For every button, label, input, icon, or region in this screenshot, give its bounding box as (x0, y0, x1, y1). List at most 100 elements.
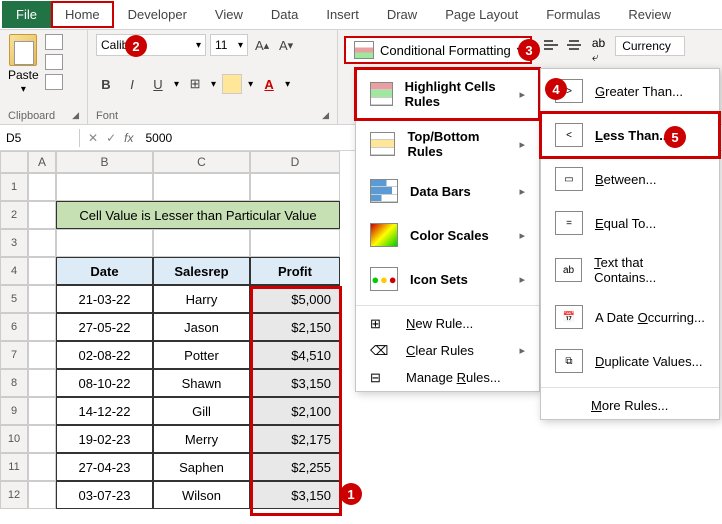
decrease-font-icon[interactable]: A▾ (276, 35, 296, 55)
profit-cell[interactable]: $3,150 (250, 481, 340, 509)
name-cell[interactable]: Potter (153, 341, 250, 369)
cell[interactable] (28, 397, 56, 425)
row-header[interactable]: 11 (0, 453, 28, 481)
row-header[interactable]: 9 (0, 397, 28, 425)
col-header-b[interactable]: B (56, 151, 153, 173)
cell[interactable] (28, 257, 56, 285)
tab-home[interactable]: Home (51, 1, 114, 28)
date-cell[interactable]: 02-08-22 (56, 341, 153, 369)
row-header[interactable]: 7 (0, 341, 28, 369)
borders-icon[interactable]: ⊞ (185, 74, 205, 94)
date-cell[interactable]: 21-03-22 (56, 285, 153, 313)
cell[interactable] (153, 229, 250, 257)
profit-cell[interactable]: $2,255 (250, 453, 340, 481)
profit-cell[interactable]: $2,175 (250, 425, 340, 453)
header-date[interactable]: Date (56, 257, 153, 285)
name-cell[interactable]: Shawn (153, 369, 250, 397)
menu-new-rule[interactable]: ⊞New Rule... (356, 310, 539, 337)
align-left-icon[interactable] (542, 36, 562, 54)
cell[interactable] (28, 341, 56, 369)
tab-developer[interactable]: Developer (114, 1, 201, 28)
header-profit[interactable]: Profit (250, 257, 340, 285)
tab-formulas[interactable]: Formulas (532, 1, 614, 28)
font-name-select[interactable]: Calibri▾ (96, 34, 206, 56)
row-header[interactable]: 1 (0, 173, 28, 201)
formula-input[interactable] (141, 129, 341, 147)
tab-file[interactable]: File (2, 1, 51, 28)
tab-pagelayout[interactable]: Page Layout (431, 1, 532, 28)
align-center-icon[interactable] (564, 36, 584, 54)
row-header[interactable]: 10 (0, 425, 28, 453)
row-header[interactable]: 3 (0, 229, 28, 257)
underline-button[interactable]: U (148, 74, 168, 94)
submenu-date-occurring[interactable]: 📅A Date Occurring... (541, 295, 719, 339)
submenu-text-contains[interactable]: abText that Contains... (541, 245, 719, 295)
cell[interactable] (28, 201, 56, 229)
fill-color-icon[interactable] (222, 74, 242, 94)
menu-top-bottom-rules[interactable]: Top/Bottom Rules▸ (356, 119, 539, 169)
name-cell[interactable]: Gill (153, 397, 250, 425)
tab-review[interactable]: Review (614, 1, 685, 28)
date-cell[interactable]: 27-04-23 (56, 453, 153, 481)
font-color-icon[interactable]: A (259, 74, 279, 94)
cell[interactable] (28, 481, 56, 509)
cell[interactable] (56, 229, 153, 257)
format-painter-icon[interactable] (45, 74, 63, 90)
submenu-equal-to[interactable]: =Equal To... (541, 201, 719, 245)
font-size-select[interactable]: 11▾ (210, 34, 248, 56)
tab-insert[interactable]: Insert (312, 1, 373, 28)
menu-clear-rules[interactable]: ⌫Clear Rules▸ (356, 337, 539, 364)
row-header[interactable]: 8 (0, 369, 28, 397)
menu-color-scales[interactable]: Color Scales▸ (356, 213, 539, 257)
submenu-less-than[interactable]: <Less Than... (541, 113, 719, 157)
menu-icon-sets[interactable]: ●●● Icon Sets▸ (356, 257, 539, 301)
col-header-a[interactable]: A (28, 151, 56, 173)
date-cell[interactable]: 27-05-22 (56, 313, 153, 341)
row-header[interactable]: 2 (0, 201, 28, 229)
submenu-between[interactable]: ▭Between... (541, 157, 719, 201)
profit-cell[interactable]: $2,150 (250, 313, 340, 341)
tab-view[interactable]: View (201, 1, 257, 28)
dialog-launcher-icon[interactable]: ◢ (322, 110, 329, 121)
increase-font-icon[interactable]: A▴ (252, 35, 272, 55)
date-cell[interactable]: 08-10-22 (56, 369, 153, 397)
menu-highlight-cells-rules[interactable]: Highlight Cells Rules▸ (356, 69, 539, 119)
name-cell[interactable]: Wilson (153, 481, 250, 509)
profit-cell[interactable]: $3,150 (250, 369, 340, 397)
cell[interactable] (153, 173, 250, 201)
row-header[interactable]: 4 (0, 257, 28, 285)
wrap-text-icon[interactable]: ab⤶ (592, 36, 605, 65)
row-header[interactable]: 12 (0, 481, 28, 509)
number-format-select[interactable]: Currency (615, 36, 685, 56)
cancel-icon[interactable]: ✕ (88, 131, 98, 145)
profit-cell[interactable]: $5,000 (250, 285, 340, 313)
name-cell[interactable]: Jason (153, 313, 250, 341)
name-box[interactable]: D5 (0, 129, 80, 147)
cell[interactable] (28, 229, 56, 257)
bold-button[interactable]: B (96, 74, 116, 94)
submenu-more-rules[interactable]: More Rules... (541, 392, 719, 419)
chevron-down-icon[interactable]: ▾ (174, 79, 179, 90)
row-header[interactable]: 6 (0, 313, 28, 341)
header-salesrep[interactable]: Salesrep (153, 257, 250, 285)
row-header[interactable]: 5 (0, 285, 28, 313)
tab-draw[interactable]: Draw (373, 1, 431, 28)
cell[interactable] (28, 285, 56, 313)
col-header-d[interactable]: D (250, 151, 340, 173)
date-cell[interactable]: 19-02-23 (56, 425, 153, 453)
select-all-triangle[interactable] (0, 151, 28, 173)
cell[interactable] (28, 425, 56, 453)
menu-data-bars[interactable]: Data Bars▸ (356, 169, 539, 213)
profit-cell[interactable]: $2,100 (250, 397, 340, 425)
cell[interactable] (28, 173, 56, 201)
name-cell[interactable]: Saphen (153, 453, 250, 481)
title-cell[interactable]: Cell Value is Lesser than Particular Val… (56, 201, 340, 229)
profit-cell[interactable]: $4,510 (250, 341, 340, 369)
paste-button[interactable]: Paste ▾ (8, 34, 39, 95)
dialog-launcher-icon[interactable]: ◢ (72, 110, 79, 121)
cell[interactable] (28, 453, 56, 481)
cell[interactable] (28, 313, 56, 341)
date-cell[interactable]: 03-07-23 (56, 481, 153, 509)
date-cell[interactable]: 14-12-22 (56, 397, 153, 425)
name-cell[interactable]: Merry (153, 425, 250, 453)
